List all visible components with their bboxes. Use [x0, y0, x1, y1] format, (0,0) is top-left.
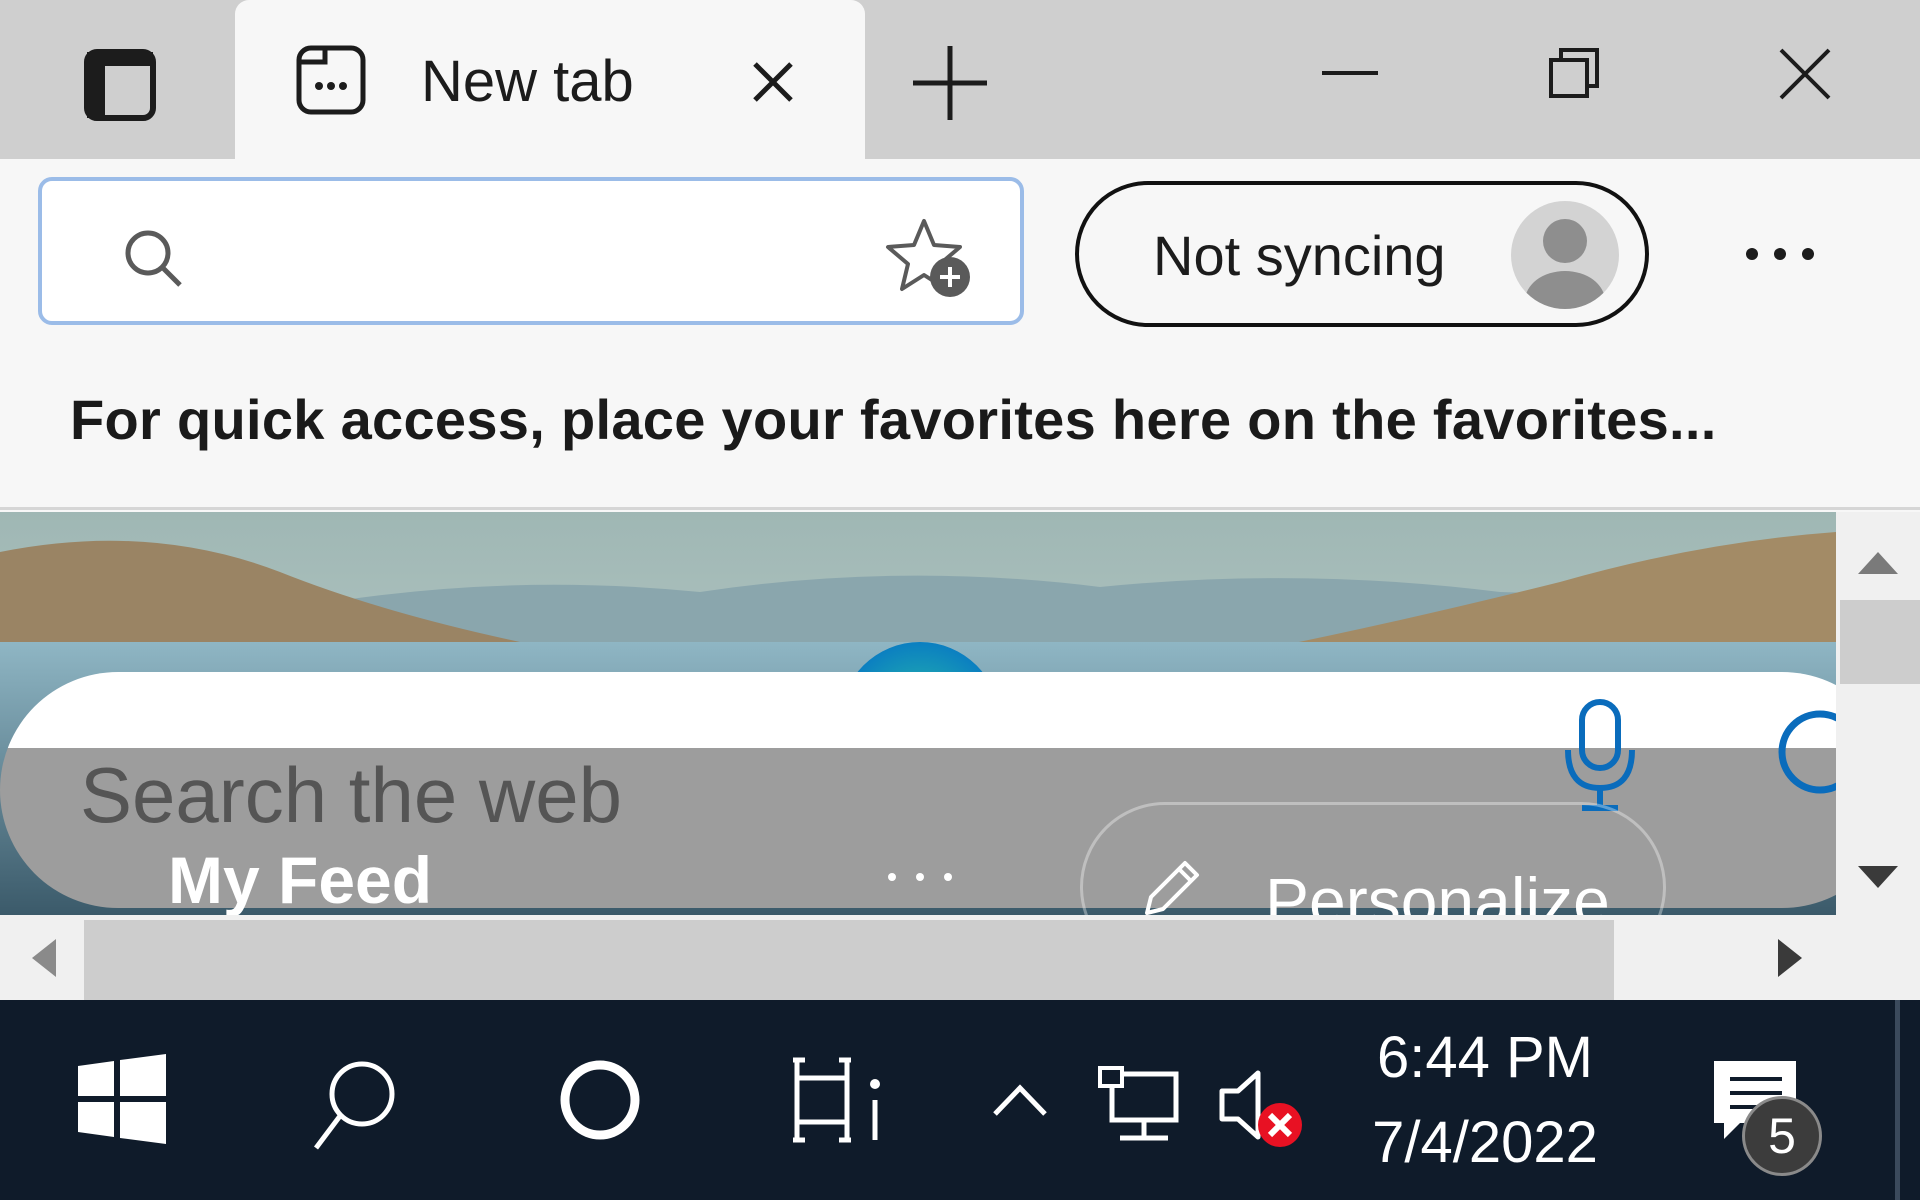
personalize-label: Personalize	[1265, 864, 1610, 915]
tab-actions-icon	[84, 49, 156, 121]
address-bar[interactable]	[38, 177, 1024, 325]
search-icon	[125, 230, 182, 287]
feed-more-icon[interactable]	[880, 857, 960, 897]
add-favorite-icon[interactable]	[882, 213, 978, 303]
person-icon	[1525, 219, 1605, 309]
chevron-up-icon[interactable]	[985, 1070, 1055, 1130]
more-menu-icon[interactable]	[1730, 209, 1830, 299]
horizontal-scrollbar[interactable]	[0, 915, 1836, 1000]
avatar	[1511, 201, 1619, 309]
feed-title[interactable]: My Feed	[168, 842, 432, 915]
personalize-button[interactable]: Personalize	[1080, 802, 1666, 915]
microphone-icon[interactable]	[1558, 696, 1642, 816]
restore-icon[interactable]	[1535, 40, 1615, 110]
title-bar: New tab	[0, 0, 1920, 159]
vertical-scrollbar[interactable]	[1836, 512, 1920, 915]
scroll-left-icon[interactable]	[24, 935, 64, 981]
browser-toolbar: Not syncing For quick access, place your…	[0, 159, 1920, 510]
clock-date: 7/4/2022	[1372, 1110, 1598, 1175]
clock-time: 6:44 PM	[1377, 1025, 1593, 1090]
tab-close-icon[interactable]	[743, 52, 803, 112]
taskbar-edge	[1895, 1000, 1900, 1200]
page-viewport: Search the web My Feed Personalize	[0, 512, 1836, 915]
profile-button[interactable]: Not syncing	[1075, 181, 1649, 327]
tab-actions-button[interactable]	[62, 30, 178, 140]
volume-muted-icon[interactable]	[1210, 1055, 1310, 1155]
tab-new-tab[interactable]: New tab	[235, 0, 865, 159]
scroll-down-icon[interactable]	[1850, 858, 1906, 898]
address-input[interactable]	[212, 211, 896, 297]
visual-search-icon[interactable]	[1770, 702, 1836, 802]
search-icon[interactable]	[300, 1050, 410, 1160]
divider	[0, 507, 1920, 510]
sync-status: Not syncing	[1153, 224, 1446, 287]
horizontal-scroll-thumb[interactable]	[84, 920, 1614, 1000]
search-placeholder[interactable]: Search the web	[80, 750, 622, 841]
windows-logo-icon[interactable]	[72, 1050, 172, 1150]
vertical-scroll-thumb[interactable]	[1840, 600, 1920, 684]
close-window-icon[interactable]	[1765, 40, 1845, 110]
notification-count-badge: 5	[1742, 1096, 1822, 1176]
favorites-bar-hint: For quick access, place your favorites h…	[70, 388, 1717, 451]
minimize-icon[interactable]	[1310, 40, 1390, 110]
scroll-right-icon[interactable]	[1770, 935, 1810, 981]
task-view-icon[interactable]	[785, 1050, 895, 1150]
network-icon[interactable]	[1090, 1060, 1190, 1150]
new-tab-icon	[296, 45, 366, 115]
scrollbar-corner	[1836, 915, 1920, 1000]
system-clock[interactable]: 6:44 PM 7/4/2022	[1350, 1018, 1620, 1188]
pencil-icon	[1145, 861, 1199, 915]
tab-title: New tab	[421, 49, 634, 114]
new-tab-button[interactable]	[905, 38, 995, 128]
cortana-icon[interactable]	[545, 1045, 655, 1155]
scroll-up-icon[interactable]	[1850, 542, 1906, 582]
taskbar: 6:44 PM 7/4/2022	[0, 1000, 1920, 1200]
